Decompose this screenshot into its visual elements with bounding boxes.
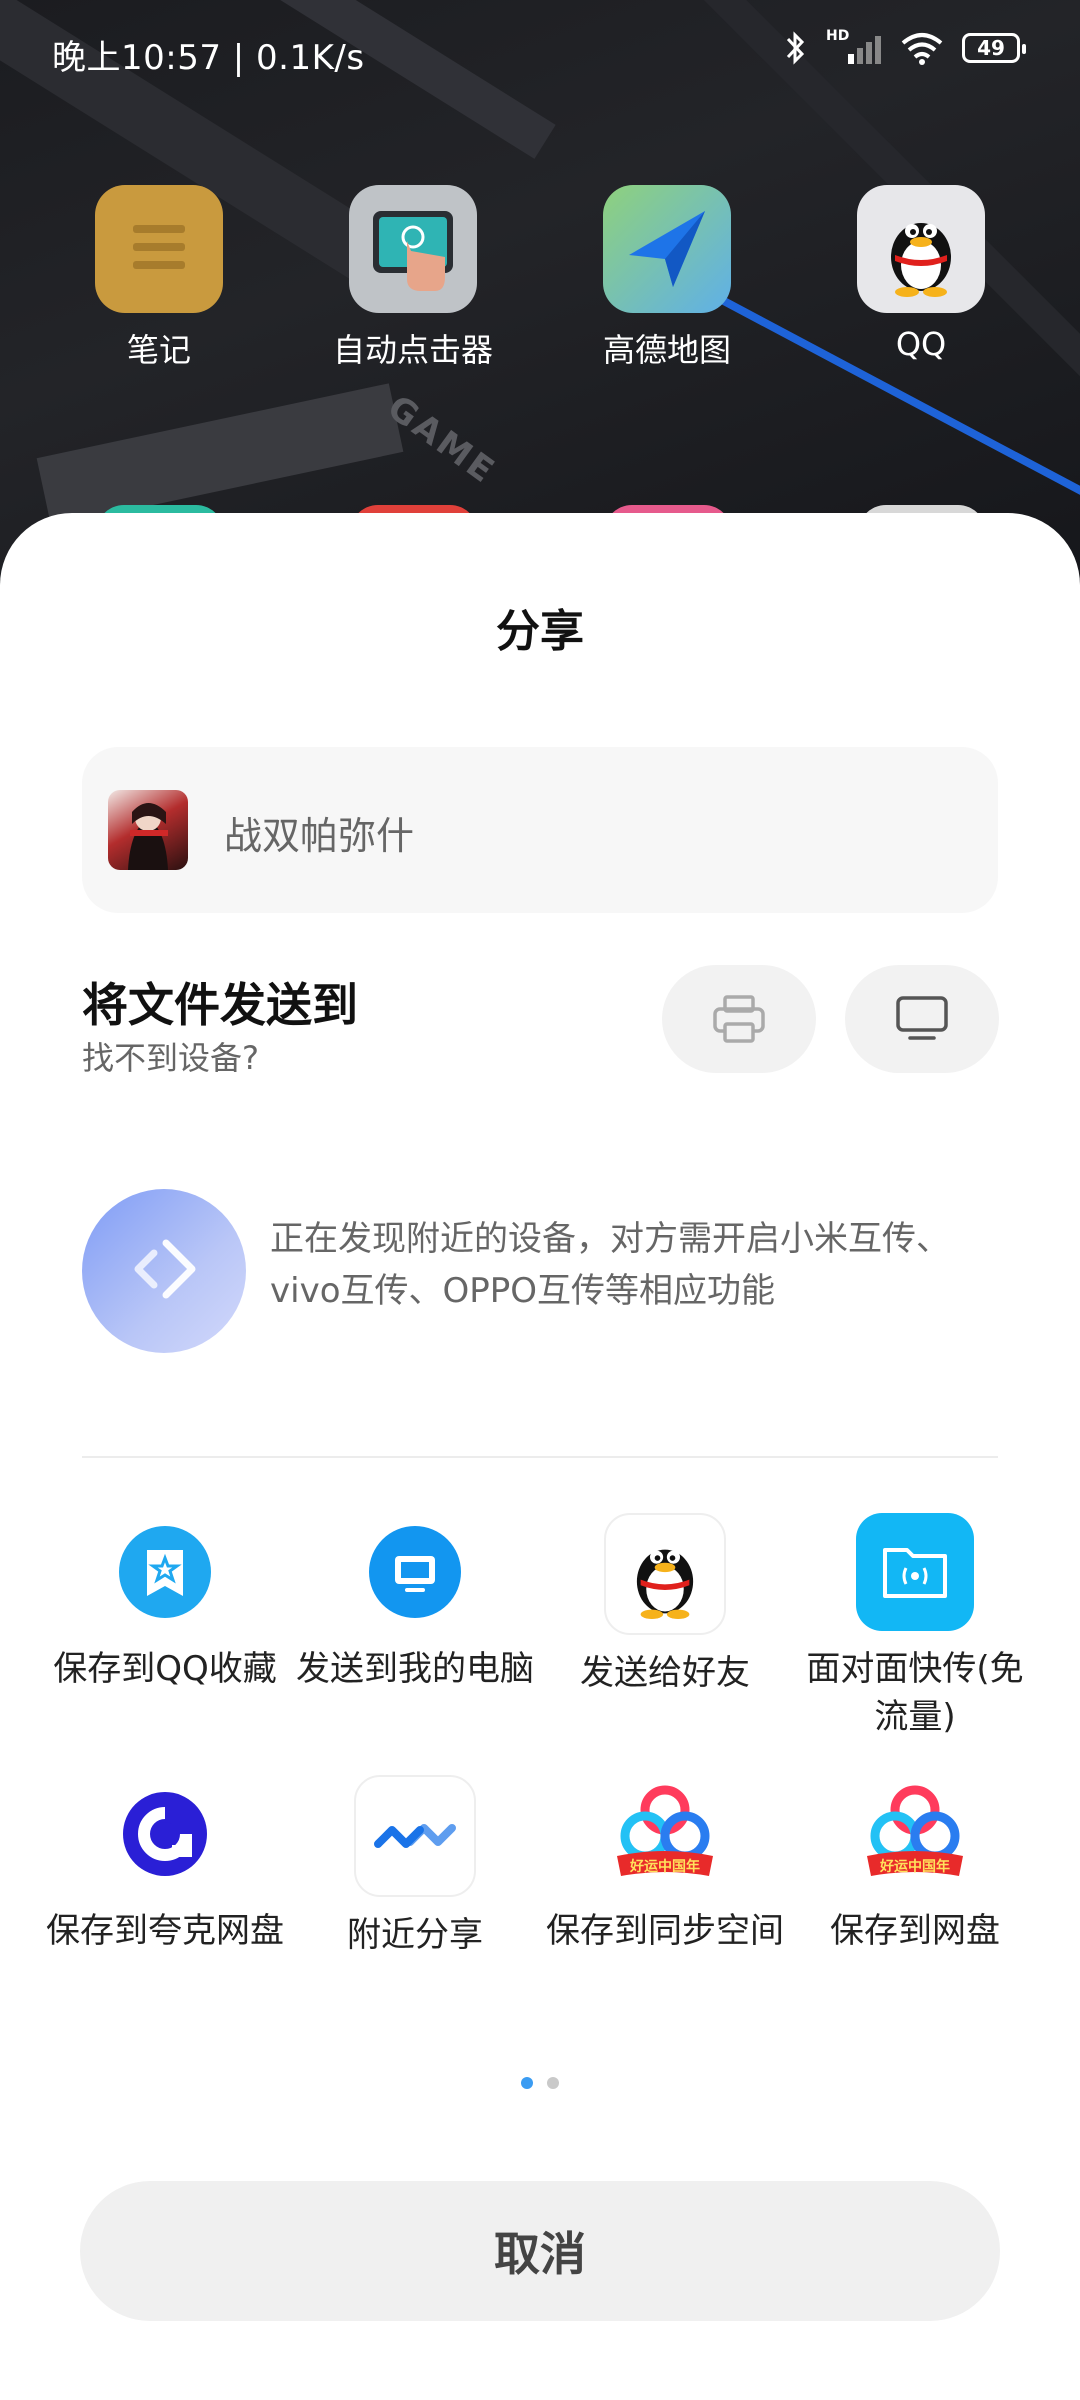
- signal-indicator: HD: [826, 28, 882, 66]
- battery-icon: 49: [962, 33, 1026, 63]
- page-indicator: [0, 2077, 1080, 2089]
- badge-text: 好运中国年: [629, 1858, 700, 1874]
- home-app-qq[interactable]: QQ: [794, 185, 1048, 371]
- baidu-netdisk-icon: 好运中国年: [856, 1775, 974, 1893]
- note-icon: [95, 185, 223, 313]
- file-name: 战双帕弥什: [224, 814, 415, 858]
- share-target-label: 附近分享: [347, 1915, 483, 1955]
- home-app-label: 笔记: [126, 331, 191, 369]
- send-to-title: 将文件发送到: [82, 978, 358, 1032]
- face-to-face-icon: [856, 1513, 974, 1631]
- tv-icon: [896, 996, 948, 1040]
- qq-favorites-icon: [106, 1513, 224, 1631]
- share-target-label: 保存到网盘: [830, 1911, 1000, 1951]
- device-not-found-link[interactable]: 找不到设备?: [82, 1033, 259, 1079]
- share-target-nearby-share[interactable]: 附近分享: [290, 1775, 540, 2037]
- share-target-face-to-face[interactable]: 面对面快传(免流量): [790, 1513, 1040, 1775]
- home-app-row: 笔记 自动点击器 高德地图 QQ: [0, 185, 1080, 371]
- status-time-speed: 晚上10:57 | 0.1K/s: [52, 38, 365, 78]
- share-sheet: 分享 战双帕弥什 将文件发送到 找不到设备? 正在发现附近的设备，对方需开启小米…: [0, 513, 1080, 2400]
- home-app-notes[interactable]: 笔记: [32, 185, 286, 371]
- status-bar: 晚上10:57 | 0.1K/s HD 49: [0, 0, 1080, 100]
- home-app-gaode-map[interactable]: 高德地图: [540, 185, 794, 371]
- qq-friend-icon: [604, 1513, 726, 1635]
- bluetooth-icon: [786, 31, 805, 65]
- auto-clicker-icon: [349, 185, 477, 313]
- share-target-grid: 保存到QQ收藏 发送到我的电脑 发送给好友 面对面快传(免流量) 保存到夸克网盘…: [40, 1513, 1040, 2037]
- share-target-label: 面对面快传(免流量): [806, 1649, 1024, 1737]
- quark-drive-icon: [106, 1775, 224, 1893]
- share-target-label: 发送给好友: [580, 1653, 750, 1693]
- page-dot[interactable]: [547, 2077, 559, 2089]
- baidu-sync-icon: 好运中国年: [606, 1775, 724, 1893]
- share-target-qq-friend[interactable]: 发送给好友: [540, 1513, 790, 1775]
- transfer-icon: [82, 1189, 246, 1353]
- battery-level: 49: [977, 36, 1005, 60]
- share-target-baidu-netdisk[interactable]: 好运中国年 保存到网盘: [790, 1775, 1040, 2037]
- share-target-label: 保存到夸克网盘: [46, 1911, 284, 1951]
- home-app-auto-clicker[interactable]: 自动点击器: [286, 185, 540, 371]
- home-app-label: QQ: [895, 325, 947, 363]
- divider: [82, 1456, 998, 1458]
- share-target-qq-favorites[interactable]: 保存到QQ收藏: [40, 1513, 290, 1775]
- share-target-baidu-sync[interactable]: 好运中国年 保存到同步空间: [540, 1775, 790, 2037]
- share-target-label: 保存到QQ收藏: [53, 1649, 277, 1689]
- sheet-title: 分享: [496, 606, 584, 657]
- qq-icon: [857, 185, 985, 313]
- home-app-label: 高德地图: [602, 331, 731, 369]
- discovery-hint: 正在发现附近的设备，对方需开启小米互传、vivo互传、OPPO互传等相应功能: [270, 1219, 950, 1311]
- page-dot-active[interactable]: [521, 2077, 533, 2089]
- share-target-label: 保存到同步空间: [546, 1911, 784, 1951]
- signal-icon: [848, 36, 881, 64]
- share-target-quark-drive[interactable]: 保存到夸克网盘: [40, 1775, 290, 2037]
- print-button[interactable]: [662, 965, 816, 1073]
- nearby-share-icon: [354, 1775, 476, 1897]
- screen-cast-button[interactable]: [845, 965, 999, 1073]
- cancel-button[interactable]: 取消: [80, 2181, 1000, 2321]
- gaode-map-icon: [603, 185, 731, 313]
- share-target-my-computer[interactable]: 发送到我的电脑: [290, 1513, 540, 1775]
- home-app-label: 自动点击器: [332, 331, 493, 369]
- printer-icon: [713, 995, 765, 1043]
- share-target-label: 发送到我的电脑: [296, 1649, 534, 1689]
- wifi-icon: [901, 33, 943, 65]
- my-computer-icon: [356, 1513, 474, 1631]
- badge-text: 好运中国年: [879, 1858, 950, 1874]
- shared-file-card: 战双帕弥什: [82, 747, 998, 913]
- game-thumbnail: [108, 790, 188, 870]
